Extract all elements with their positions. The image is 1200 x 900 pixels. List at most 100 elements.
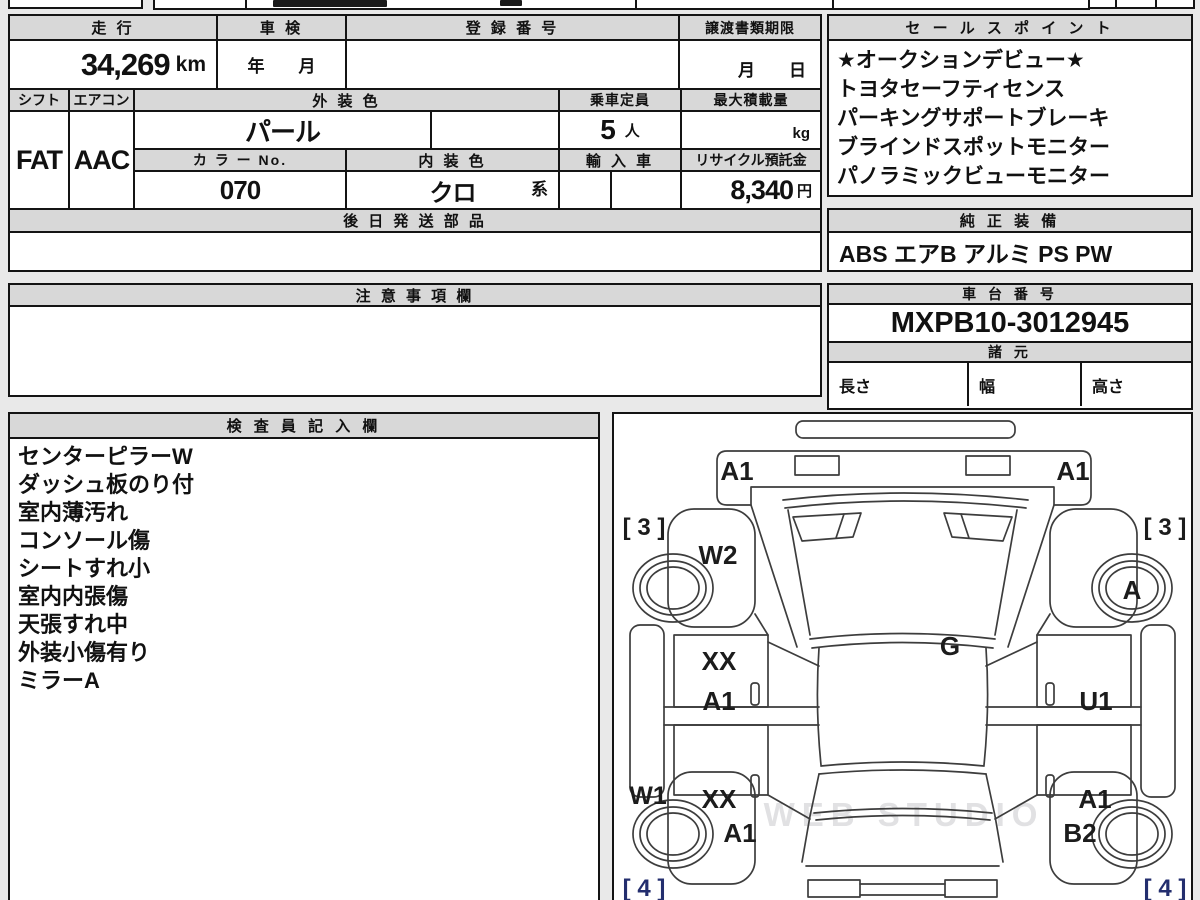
spec-height-cell: 高さ <box>1080 363 1191 406</box>
sales-point-line: ブラインドスポットモニター <box>837 136 1110 159</box>
corner-marker-front-right: [ 3 ] <box>1144 514 1187 541</box>
damage-label-front-left: A1 <box>720 456 753 486</box>
damage-label-fender-fl: W2 <box>699 540 738 570</box>
top-row-fragment-r3 <box>1155 0 1195 9</box>
recycle-header: リサイクル預託金 <box>680 148 822 172</box>
capacity-value: 5 <box>600 114 616 145</box>
recycle-value: 8,340 <box>730 174 794 205</box>
damage-label-door-rr: A1 <box>1078 784 1111 814</box>
equipment-value: ABS エアB アルミ PS PW <box>839 240 1113 267</box>
damage-label-door-fl-top: XX <box>702 646 737 676</box>
interior-color-header: 内 装 色 <box>345 148 560 172</box>
cutoff-text-blob <box>273 0 387 7</box>
sales-point-line: パノラミックビューモニター <box>837 165 1110 188</box>
inspector-box: 検 査 員 記 入 欄 センターピラーW ダッシュ板のり付 室内薄汚れ コンソー… <box>8 412 600 900</box>
interior-color-value: クロ <box>429 179 477 207</box>
sales-points-header: セ ー ル ス ポ イ ン ト <box>829 16 1191 41</box>
import-value-cell-1 <box>558 170 612 210</box>
damage-label-front-right: A1 <box>1056 456 1089 486</box>
color-no-header: カ ラ ー No. <box>133 148 347 172</box>
inspector-note: シートすれ小 <box>18 556 151 581</box>
exterior-color-extra-cell <box>430 110 560 150</box>
later-parts-value-cell <box>8 231 822 272</box>
auction-sheet-page: 走 行 車 検 登 録 番 号 譲渡書類期限 34,269 km 年 月 月 日… <box>0 0 1200 900</box>
exterior-color-value: パール <box>244 116 321 147</box>
car-diagram: WEB STUDIO A1 A1 [3] [3] W2 A G XX A… <box>623 420 1187 900</box>
caution-value-cell <box>8 305 822 397</box>
door-handle-icon <box>1045 682 1055 706</box>
mileage-header: 走 行 <box>8 14 218 41</box>
damage-label-door-rl: XX <box>702 784 737 814</box>
top-row-fragment-main <box>153 0 1090 10</box>
damage-label-wheel-rr: B2 <box>1063 818 1096 848</box>
exterior-color-value-cell: パール <box>133 110 432 150</box>
corner-marker-rear-right: [ 4 ] <box>1144 875 1187 900</box>
import-header: 輸 入 車 <box>558 148 682 172</box>
transfer-docs-header: 譲渡書類期限 <box>678 14 822 41</box>
caution-header: 注 意 事 項 欄 <box>8 283 822 307</box>
registration-header: 登 録 番 号 <box>345 14 680 41</box>
inspector-header: 検 査 員 記 入 欄 <box>10 414 598 439</box>
max-load-header: 最大積載量 <box>680 88 822 112</box>
sales-point-line: ★オークションデビュー★ <box>837 49 1085 72</box>
inspector-note: ミラーA <box>18 668 100 693</box>
sales-points-box: セ ー ル ス ポ イ ン ト ★オークションデビュー★ トヨタセーフティセンス… <box>827 14 1193 197</box>
inspector-note: 天張すれ中 <box>18 612 129 637</box>
corner-marker-rear-left: [ 4 ] <box>623 875 666 900</box>
taillight-right-shape <box>944 879 998 898</box>
spec-width-cell: 幅 <box>967 363 1080 406</box>
top-row-fragment-left <box>8 0 143 9</box>
sales-point-line: トヨタセーフティセンス <box>837 78 1066 101</box>
rocker-right-shape <box>1140 624 1176 798</box>
damage-label-door-fr: U1 <box>1079 686 1112 716</box>
inspector-note: ダッシュ板のり付 <box>18 472 195 497</box>
transfer-value-cell: 月 日 <box>678 39 822 90</box>
mileage-unit: km <box>175 52 206 76</box>
chassis-header: 車 台 番 号 <box>829 285 1191 305</box>
max-load-value-cell: kg <box>680 110 822 150</box>
hood-shape <box>716 450 1092 506</box>
corner-marker-front-left: [ 3 ] <box>623 514 666 541</box>
specs-header: 諸 元 <box>829 343 1191 363</box>
capacity-header: 乗車定員 <box>558 88 682 112</box>
taillight-left-shape <box>807 879 861 898</box>
mileage-value: 34,269 <box>80 46 171 82</box>
cutoff-text-blob-small <box>500 0 522 6</box>
inspector-note: センターピラーW <box>18 444 193 469</box>
car-diagram-box: WEB STUDIO A1 A1 [3] [3] W2 A G XX A… <box>612 412 1193 900</box>
front-bumper-shape <box>795 420 1016 439</box>
later-parts-header: 後 日 発 送 部 品 <box>8 208 822 233</box>
chassis-box: 車 台 番 号 MXPB10-3012945 諸 元 長さ 幅 高さ <box>827 283 1193 410</box>
sales-point-line: パーキングサポートブレーキ <box>837 107 1110 130</box>
shift-value: FAT <box>16 144 63 175</box>
sales-points-list: ★オークションデビュー★ トヨタセーフティセンス パーキングサポートブレーキ ブ… <box>829 41 1191 191</box>
mileage-value-cell: 34,269 km <box>8 39 218 90</box>
aircon-value: AAC <box>73 144 130 175</box>
equipment-box: 純 正 装 備 ABS エアB アルミ PS PW <box>827 208 1193 272</box>
shaken-header: 車 検 <box>216 14 347 41</box>
shift-header: シフト <box>8 88 70 112</box>
rocker-left-shape <box>629 624 665 798</box>
shaken-value-cell: 年 月 <box>216 39 347 90</box>
recycle-unit: 円 <box>796 182 812 200</box>
chassis-value: MXPB10-3012945 <box>829 305 1191 343</box>
damage-label-door-fl-bottom: A1 <box>702 686 735 716</box>
inspector-list: センターピラーW ダッシュ板のり付 室内薄汚れ コンソール傷 シートすれ小 室内… <box>10 439 598 695</box>
capacity-unit: 人 <box>624 122 640 140</box>
aircon-header: エアコン <box>68 88 135 112</box>
interior-color-suffix: 系 <box>531 180 548 199</box>
capacity-value-cell: 5 人 <box>558 110 682 150</box>
inspector-note: 室内薄汚れ <box>18 500 129 525</box>
damage-label-wheel-fr: A <box>1123 575 1142 605</box>
top-row-fragment-r1 <box>1088 0 1117 9</box>
damage-label-wheel-rl: A1 <box>723 818 756 848</box>
registration-value-cell <box>345 39 680 90</box>
exterior-color-header: 外 装 色 <box>133 88 560 112</box>
inspector-note: コンソール傷 <box>18 528 151 553</box>
equipment-header: 純 正 装 備 <box>829 210 1191 233</box>
aircon-value-cell: AAC <box>68 110 135 210</box>
color-no-value-cell: 070 <box>133 170 347 210</box>
import-value-cell-2 <box>610 170 682 210</box>
damage-label-cowl: G <box>940 631 960 661</box>
spec-length-cell: 長さ <box>839 378 872 396</box>
